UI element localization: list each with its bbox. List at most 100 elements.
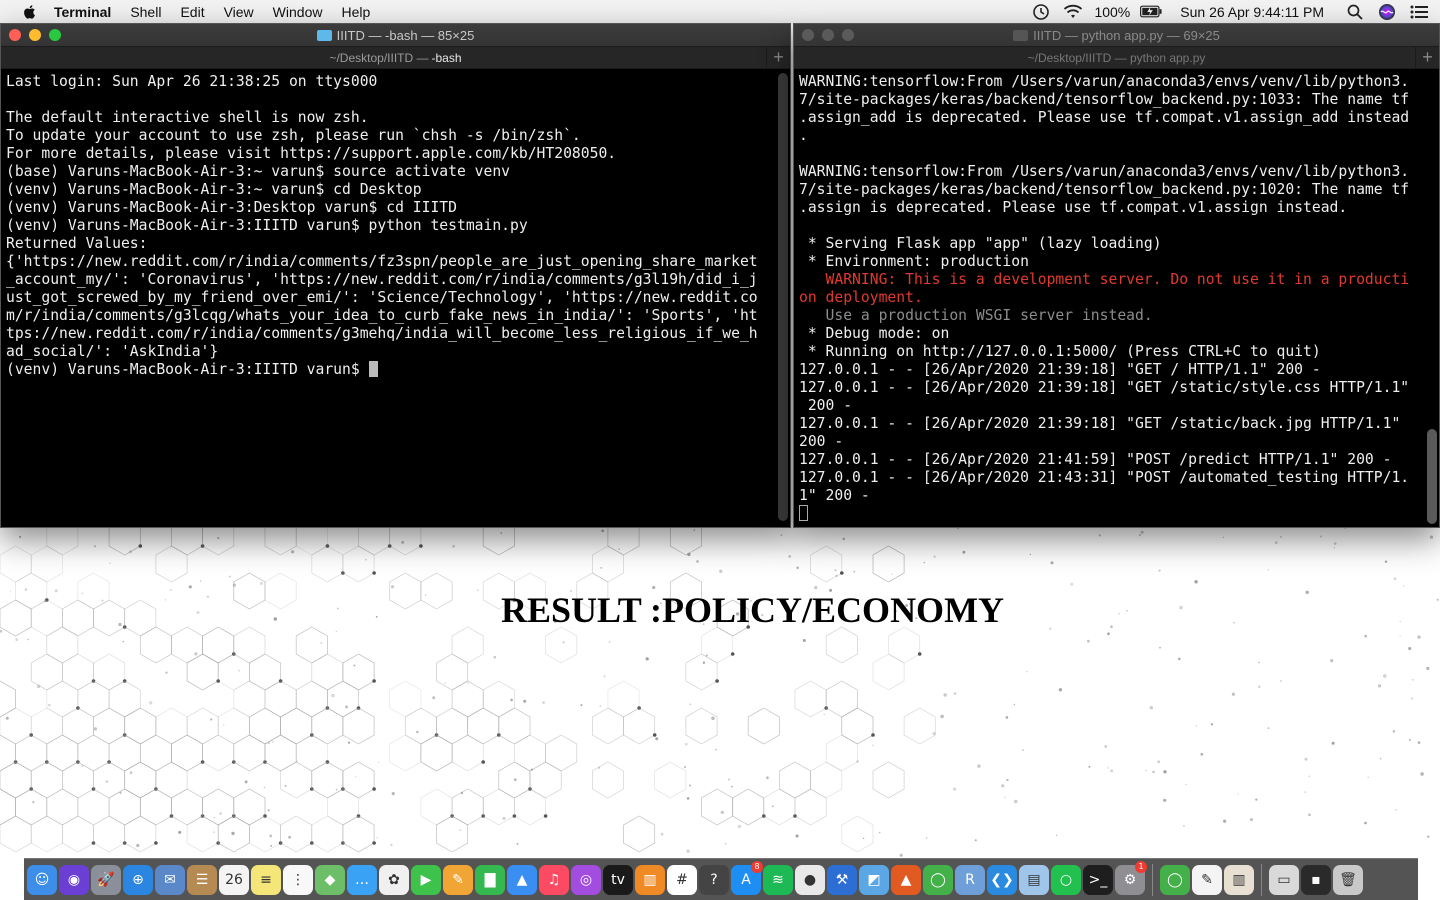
notes-icon[interactable]: ≡ xyxy=(251,864,281,895)
activity-icon[interactable]: ○ xyxy=(1051,864,1081,895)
keynote-icon[interactable]: ▲ xyxy=(507,864,537,895)
scatter-dot xyxy=(1159,646,1161,649)
terminal-icon[interactable]: >_ xyxy=(1083,864,1113,895)
scrollbar[interactable] xyxy=(1427,429,1437,524)
textedit-icon[interactable]: ✎ xyxy=(1192,864,1222,895)
scrollbar[interactable] xyxy=(778,73,788,521)
menu-shell[interactable]: Shell xyxy=(130,4,161,20)
apple-menu-icon[interactable] xyxy=(18,4,40,20)
chrome-icon[interactable]: ● xyxy=(795,864,825,895)
archive-icon[interactable]: ▥ xyxy=(1224,864,1254,895)
photos-icon[interactable]: ✿ xyxy=(379,864,409,895)
books-icon[interactable]: ▥ xyxy=(635,864,665,895)
scatter-dot xyxy=(780,534,783,536)
spotlight-search-icon[interactable] xyxy=(1344,3,1366,21)
finder-icon[interactable]: ☺ xyxy=(27,864,57,895)
launchpad-icon[interactable]: 🚀 xyxy=(91,864,121,895)
messages-2-icon[interactable]: … xyxy=(347,864,377,895)
tab-bar[interactable]: ~/Desktop/IIITD — -bash + xyxy=(1,46,790,69)
close-button[interactable] xyxy=(9,29,21,41)
terminal-window-python[interactable]: IIITD — python app.py — 69×25 ~/Desktop/… xyxy=(793,23,1440,528)
window-title-bar[interactable]: IIITD — python app.py — 69×25 xyxy=(794,24,1439,46)
slack-icon[interactable]: # xyxy=(667,864,697,895)
zoom-button[interactable] xyxy=(49,29,61,41)
close-button[interactable] xyxy=(802,29,814,41)
dock-glyph: ⊕ xyxy=(132,871,144,888)
spotify-icon[interactable]: ≋ xyxy=(763,864,793,895)
new-tab-button[interactable]: + xyxy=(766,47,790,68)
scatter-dot xyxy=(1258,661,1260,664)
hexagon-shape xyxy=(62,653,94,691)
mail-icon[interactable]: ✉ xyxy=(155,864,185,895)
battery-percent: 100% xyxy=(1094,3,1131,20)
terminal-line: 127.0.0.1 - - [26/Apr/2020 21:39:18] "GE… xyxy=(799,361,1321,378)
new-tab-button[interactable]: + xyxy=(1415,47,1439,68)
dock-glyph: >_ xyxy=(1088,871,1108,888)
r-studio-icon[interactable]: R xyxy=(955,864,985,895)
scatter-dot xyxy=(862,837,865,840)
menu-view[interactable]: View xyxy=(224,4,254,20)
menu-help[interactable]: Help xyxy=(341,4,370,20)
tab-bar[interactable]: ~/Desktop/IIITD — python app.py + xyxy=(794,46,1439,69)
maps-icon[interactable]: ◆ xyxy=(315,864,345,895)
vscode-icon[interactable]: ❮❯ xyxy=(987,864,1017,895)
minimize-button[interactable] xyxy=(29,29,41,41)
notification-center-icon[interactable] xyxy=(1408,3,1430,21)
prompt-line[interactable] xyxy=(799,505,1439,523)
app-store-icon[interactable]: A8 xyxy=(731,860,763,895)
reminders-icon[interactable]: ⋮ xyxy=(283,864,313,895)
minimize-button[interactable] xyxy=(822,29,834,41)
scatter-dot xyxy=(932,732,936,736)
scatter-dot xyxy=(401,540,405,544)
terminal-output[interactable]: WARNING:tensorflow:From /Users/varun/ana… xyxy=(794,69,1439,527)
hexagon-shape xyxy=(888,626,921,664)
matlab-icon[interactable]: ▲ xyxy=(891,864,921,895)
pages-icon[interactable]: ✎ xyxy=(443,864,473,895)
preview-icon[interactable]: ◩ xyxy=(859,864,889,895)
scatter-dot xyxy=(728,778,730,781)
trash-icon[interactable]: 🗑 xyxy=(1333,864,1363,895)
terminal-window-icon[interactable]: ▪ xyxy=(1301,864,1331,895)
menu-terminal[interactable]: Terminal xyxy=(54,4,111,20)
calendar-icon[interactable]: 26 xyxy=(219,864,249,895)
scatter-dot xyxy=(232,583,236,587)
hexagon-shape xyxy=(311,545,344,583)
hexagon-shape xyxy=(295,527,328,556)
battery-icon[interactable] xyxy=(1140,3,1162,21)
scatter-dot xyxy=(702,661,706,664)
menu-edit[interactable]: Edit xyxy=(180,4,204,20)
scatter-dot xyxy=(1427,835,1430,838)
numbers-icon[interactable]: ▇ xyxy=(475,864,505,895)
menu-window[interactable]: Window xyxy=(273,4,323,20)
chrome-window-icon[interactable]: ▭ xyxy=(1269,864,1299,895)
hexagon-shape xyxy=(451,788,484,826)
safari-icon[interactable]: ⊕ xyxy=(123,864,153,895)
music-icon[interactable]: ♫ xyxy=(539,864,569,895)
zoom-button[interactable] xyxy=(842,29,854,41)
contacts-icon[interactable]: ☰ xyxy=(187,864,217,895)
apple-tv-icon[interactable]: tv xyxy=(603,864,633,895)
terminal-output[interactable]: Last login: Sun Apr 26 21:38:25 on ttys0… xyxy=(1,69,790,527)
clock[interactable]: Sun 26 Apr 9:44:11 PM xyxy=(1180,4,1324,20)
prompt-line[interactable]: (venv) Varuns-MacBook-Air-3:IIITD varun$ xyxy=(6,361,790,379)
siri-icon[interactable] xyxy=(1376,3,1398,21)
wifi-icon[interactable] xyxy=(1062,3,1084,21)
xcode-icon[interactable]: ⚒ xyxy=(827,864,857,895)
time-machine-icon[interactable] xyxy=(1030,3,1052,21)
scatter-dot xyxy=(165,671,168,674)
scatter-dot xyxy=(1013,703,1016,706)
preview-2-icon[interactable]: ▤ xyxy=(1019,864,1049,895)
anaconda-icon[interactable]: ◯ xyxy=(923,864,953,895)
terminal-line: * Debug mode: on xyxy=(799,325,950,342)
hexagon-shape xyxy=(233,680,266,718)
system-prefs-icon[interactable]: ⚙ 1 xyxy=(1115,860,1147,895)
siri-icon[interactable]: ◉ xyxy=(59,864,89,895)
facetime-icon[interactable]: ▶ xyxy=(411,864,441,895)
help-icon[interactable]: ? xyxy=(699,864,729,895)
terminal-window-bash[interactable]: IIITD — -bash — 85×25 ~/Desktop/IIITD — … xyxy=(0,23,791,528)
window-title-bar[interactable]: IIITD — -bash — 85×25 xyxy=(1,24,790,46)
hexagon-shape xyxy=(46,788,79,826)
podcasts-icon[interactable]: ◎ xyxy=(571,864,601,895)
anaconda-2-icon[interactable]: ◯ xyxy=(1160,864,1190,895)
